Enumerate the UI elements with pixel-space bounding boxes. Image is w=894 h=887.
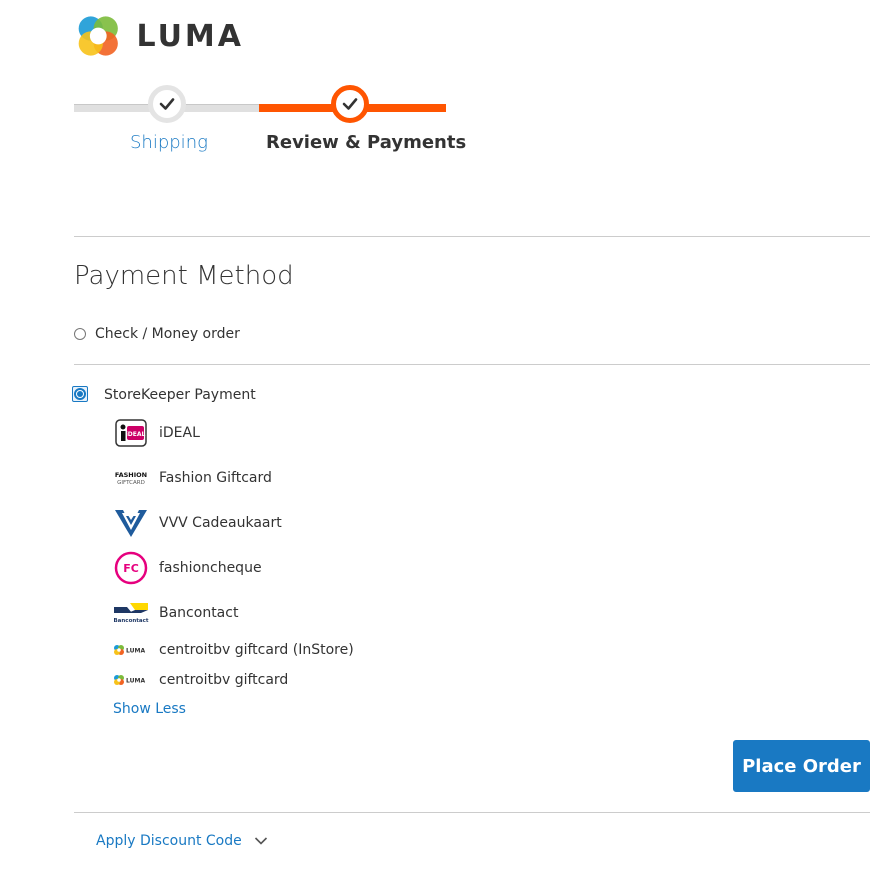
- payment-option-checkmo[interactable]: Check / Money order: [74, 326, 240, 342]
- fashion-giftcard-icon: FASHION GIFTCARD: [113, 460, 149, 496]
- bancontact-icon-text: Bancontact: [113, 618, 148, 624]
- fashion-icon-line1: FASHION: [115, 471, 147, 479]
- luma-logo[interactable]: LUMA: [74, 10, 244, 62]
- luma-icon: LUMA: [113, 643, 149, 657]
- fc-icon-text: FC: [123, 562, 139, 575]
- ideal-icon: iDEAL: [113, 415, 149, 451]
- mini-luma-text: LUMA: [126, 648, 145, 655]
- method-centroit-label[interactable]: centroitbv giftcard: [159, 672, 288, 688]
- step-review-label: Review & Payments: [266, 132, 467, 153]
- brand-name: LUMA: [136, 18, 244, 54]
- apply-discount-toggle[interactable]: Apply Discount Code: [96, 833, 268, 849]
- storekeeper-radio-ring: [74, 388, 86, 400]
- checkmo-radio[interactable]: [74, 328, 86, 340]
- vvv-icon: [113, 505, 149, 541]
- method-bancontact-label[interactable]: Bancontact: [159, 605, 238, 621]
- place-order-button[interactable]: Place Order: [733, 740, 870, 792]
- method-ideal-label[interactable]: iDEAL: [159, 425, 200, 441]
- step-shipping-marker: [148, 85, 186, 123]
- divider: [74, 364, 870, 365]
- storekeeper-radio[interactable]: [72, 386, 88, 402]
- method-centroit-instore-label[interactable]: centroitbv giftcard (InStore): [159, 642, 354, 658]
- mini-luma-text: LUMA: [126, 678, 145, 685]
- checkmark-icon: [342, 98, 358, 110]
- method-ideal[interactable]: iDEAL iDEAL: [113, 415, 513, 451]
- divider: [74, 236, 870, 237]
- method-centroit-instore[interactable]: LUMA centroitbv giftcard (InStore): [113, 640, 513, 660]
- radio-dot: [77, 391, 83, 397]
- method-vvv[interactable]: VVV Cadeaukaart: [113, 505, 513, 541]
- apply-discount-label[interactable]: Apply Discount Code: [96, 833, 242, 849]
- divider: [74, 812, 870, 813]
- method-fashion-giftcard[interactable]: FASHION GIFTCARD Fashion Giftcard: [113, 460, 513, 496]
- storekeeper-label[interactable]: StoreKeeper Payment: [104, 387, 256, 403]
- method-centroit[interactable]: LUMA centroitbv giftcard: [113, 670, 513, 690]
- method-vvv-label[interactable]: VVV Cadeaukaart: [159, 515, 282, 531]
- chevron-down-icon: [254, 837, 267, 845]
- show-less-link[interactable]: Show Less: [113, 701, 186, 717]
- method-fashion-giftcard-label[interactable]: Fashion Giftcard: [159, 470, 272, 486]
- method-fashioncheque-label[interactable]: fashioncheque: [159, 560, 262, 576]
- step-shipping-link[interactable]: Shipping: [130, 132, 208, 153]
- bancontact-icon: Bancontact: [113, 595, 149, 631]
- step-review-marker: [331, 85, 369, 123]
- method-fashioncheque[interactable]: FC fashioncheque: [113, 550, 513, 586]
- payment-method-title: Payment Method: [74, 261, 294, 291]
- checkmo-label[interactable]: Check / Money order: [95, 326, 240, 342]
- luma-icon: LUMA: [113, 673, 149, 687]
- luma-logo-icon: [78, 16, 118, 56]
- method-bancontact[interactable]: Bancontact Bancontact: [113, 595, 513, 631]
- ideal-icon-text: iDEAL: [126, 431, 146, 438]
- fashioncheque-icon: FC: [113, 550, 149, 586]
- checkmark-icon: [159, 98, 175, 110]
- fashion-icon-line2: GIFTCARD: [117, 480, 145, 486]
